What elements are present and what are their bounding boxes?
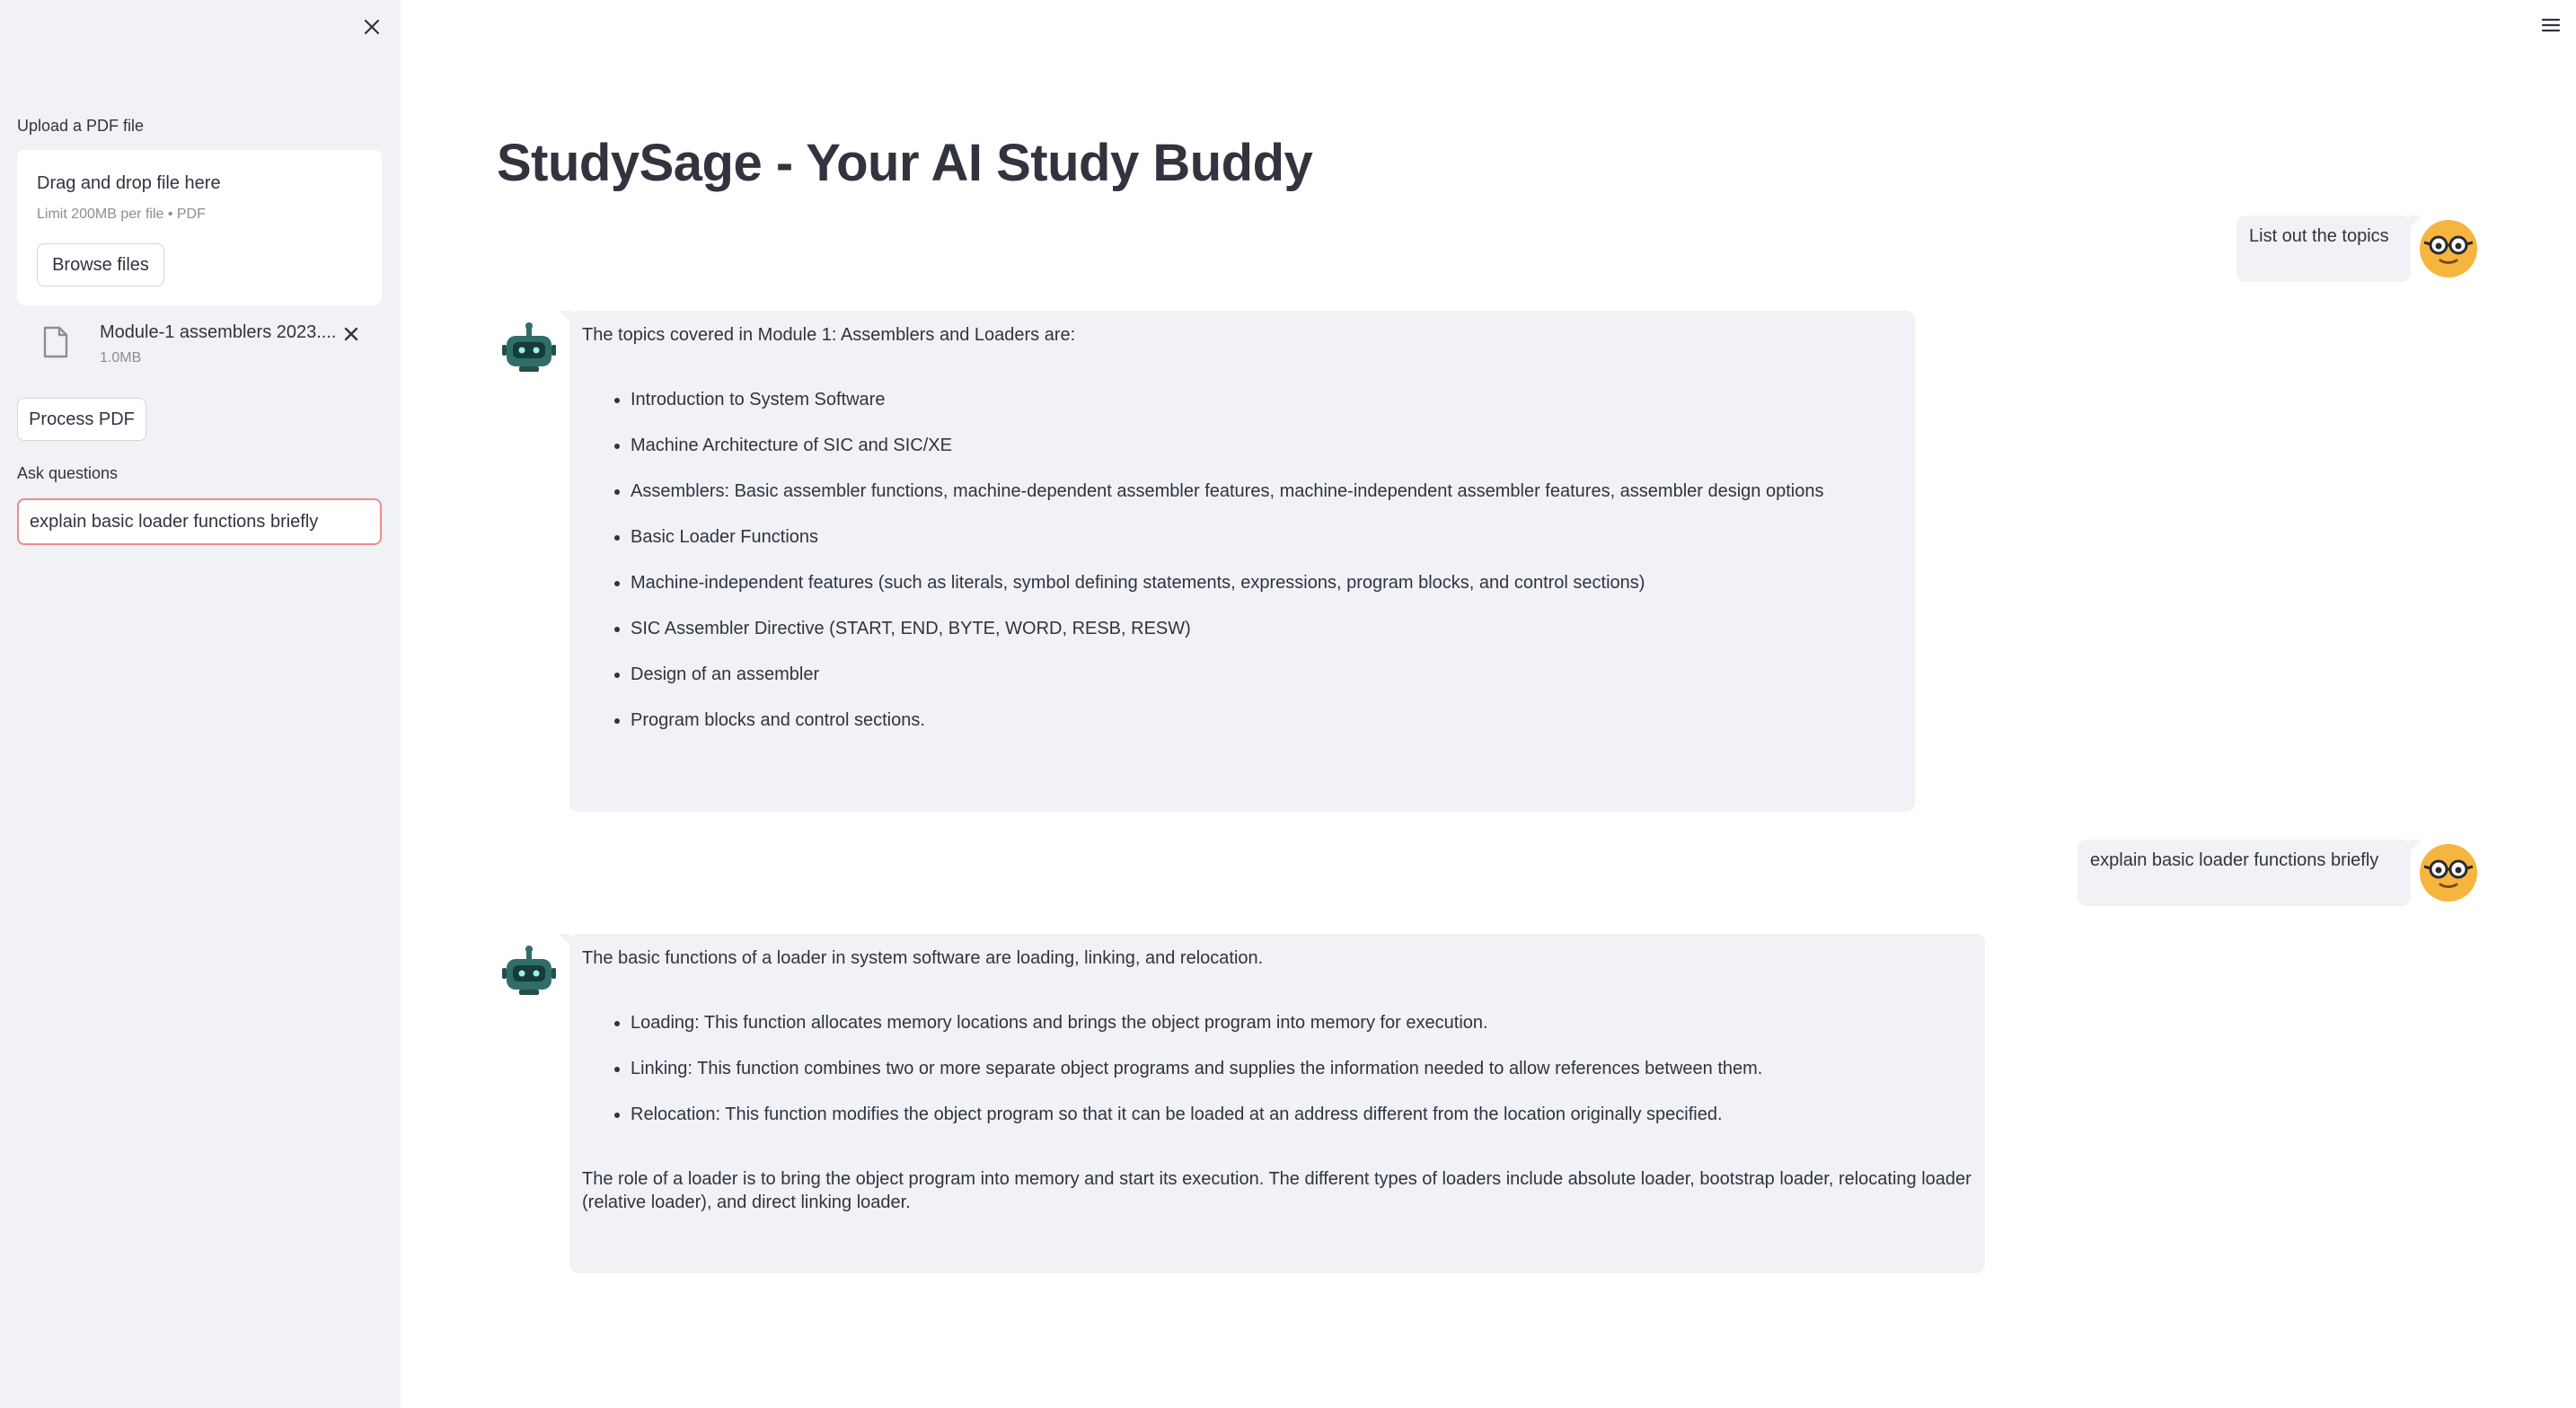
list-item: Basic Loader Functions: [631, 525, 1902, 549]
list-item: Machine Architecture of SIC and SIC/XE: [631, 434, 1902, 457]
ask-questions-label: Ask questions: [17, 464, 119, 482]
browse-files-button[interactable]: Browse files: [37, 243, 164, 286]
file-size: 1.0MB: [100, 350, 142, 365]
list-item: Program blocks and control sections.: [631, 708, 1902, 732]
file-dropzone[interactable]: Drag and drop file here Limit 200MB per …: [17, 150, 382, 305]
close-icon: [364, 19, 380, 35]
assistant-message: The topics covered in Module 1: Assemble…: [559, 311, 1915, 812]
user-avatar-icon: [2420, 844, 2477, 902]
list-item: Relocation: This function modifies the o…: [631, 1103, 1972, 1126]
remove-file-button[interactable]: [339, 321, 364, 347]
user-message: List out the topics: [2236, 216, 2422, 282]
file-name: Module-1 assemblers 2023....: [100, 322, 337, 342]
app-root: Upload a PDF file Drag and drop file her…: [0, 0, 2576, 1408]
uploaded-file-item: Module-1 assemblers 2023.... 1.0MB: [17, 314, 382, 377]
sidebar: Upload a PDF file Drag and drop file her…: [0, 0, 401, 1408]
list-item: Introduction to System Software: [631, 388, 1902, 411]
upload-label: Upload a PDF file: [17, 117, 145, 135]
file-icon: [43, 326, 68, 358]
sidebar-close-button[interactable]: [357, 13, 386, 41]
loader-functions-list: Loading: This function allocates memory …: [582, 1011, 1972, 1126]
bot-avatar-icon: [502, 946, 556, 995]
user-avatar-icon: [2420, 220, 2477, 277]
process-pdf-button[interactable]: Process PDF: [17, 398, 146, 441]
list-item: Design of an assembler: [631, 663, 1902, 686]
ask-questions-input[interactable]: [17, 498, 382, 545]
assistant-message-outro: The role of a loader is to bring the obj…: [582, 1169, 1972, 1212]
list-item: Machine-independent features (such as li…: [631, 571, 1902, 594]
list-item: SIC Assembler Directive (START, END, BYT…: [631, 617, 1902, 640]
dropzone-limit-text: Limit 200MB per file • PDF: [37, 207, 206, 222]
main-menu-button[interactable]: [2540, 14, 2562, 36]
assistant-message: The basic functions of a loader in syste…: [559, 934, 1985, 1273]
topics-list: Introduction to System Software Machine …: [582, 388, 1902, 732]
user-message: explain basic loader functions briefly: [2078, 840, 2422, 906]
list-item: Linking: This function combines two or m…: [631, 1057, 1972, 1080]
list-item: Assemblers: Basic assembler functions, m…: [631, 480, 1902, 503]
assistant-message-intro: The basic functions of a loader in syste…: [582, 948, 1264, 968]
hamburger-menu-icon: [2541, 18, 2561, 32]
assistant-message-intro: The topics covered in Module 1: Assemble…: [582, 325, 1076, 345]
close-icon: [344, 327, 358, 341]
page-title: StudySage - Your AI Study Buddy: [497, 134, 1313, 192]
bot-avatar-icon: [502, 322, 556, 372]
dropzone-title: Drag and drop file here: [37, 173, 221, 193]
list-item: Loading: This function allocates memory …: [631, 1011, 1972, 1034]
